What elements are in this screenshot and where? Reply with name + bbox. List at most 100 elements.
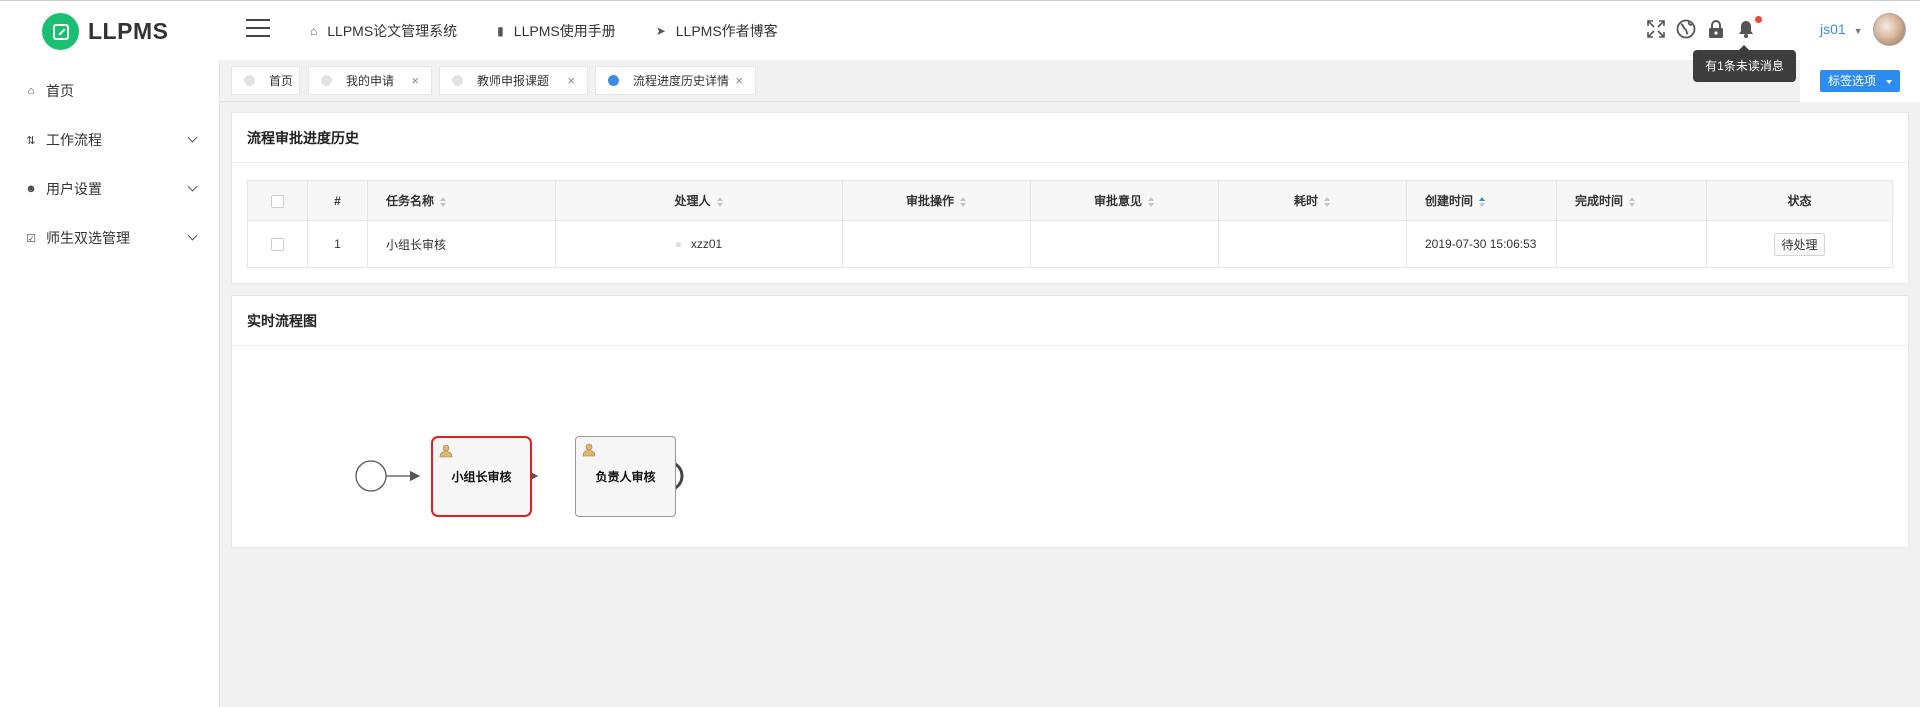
logo-icon: [42, 13, 79, 50]
flow-task-current[interactable]: 小组长审核: [431, 436, 532, 517]
topnav-item-system[interactable]: ⌂ LLPMS论文管理系统: [310, 21, 457, 41]
task-label: 小组长审核: [451, 470, 512, 484]
column-header[interactable]: 任务名称: [367, 180, 556, 221]
close-icon[interactable]: ×: [567, 73, 575, 88]
tab-my-applications[interactable]: 我的申请 ×: [308, 66, 432, 95]
column-header[interactable]: 处理人: [555, 180, 843, 221]
workflow-icon: ⇅: [26, 134, 36, 147]
top-nav: ⌂ LLPMS论文管理系统 ▮ LLPMS使用手册 ➤ LLPMS作者博客: [310, 1, 818, 61]
column-header: #: [307, 180, 368, 221]
sort-asc-icon[interactable]: [1479, 196, 1486, 207]
row-index: 1: [307, 220, 368, 268]
user-task-icon: [582, 443, 596, 457]
tab-process-history[interactable]: 流程进度历史详情 ×: [595, 66, 756, 95]
column-header[interactable]: 创建时间: [1406, 180, 1557, 221]
panel-title: 流程审批进度历史: [232, 113, 1908, 163]
tab-teacher-topics[interactable]: 教师申报课题 ×: [439, 66, 588, 95]
column-header[interactable]: 完成时间: [1556, 180, 1707, 221]
lock-icon[interactable]: [1705, 19, 1727, 41]
sidebar-item-workflow[interactable]: ⇅ 工作流程: [24, 130, 198, 150]
row-select-cell: [247, 220, 308, 268]
fullscreen-icon[interactable]: [1645, 19, 1667, 41]
table-row[interactable]: 1 小组长审核 xzz01 2019-07-30 15:06:53 待处理: [247, 220, 1893, 268]
handler-cell: xzz01: [555, 220, 843, 268]
file-icon: ▮: [497, 23, 504, 38]
close-icon[interactable]: ×: [735, 73, 743, 88]
status-badge[interactable]: 待处理: [1774, 232, 1825, 256]
topnav-label: LLPMS使用手册: [513, 22, 616, 39]
select-all-checkbox[interactable]: [271, 194, 284, 208]
sort-icon[interactable]: [1629, 196, 1636, 207]
chevron-down-icon: [187, 132, 198, 143]
tab-home[interactable]: 首页: [231, 66, 300, 95]
sidebar-item-label: 工作流程: [46, 132, 102, 148]
action-cell: [842, 220, 1031, 268]
close-icon[interactable]: ×: [411, 73, 419, 88]
column-header: 状态: [1706, 180, 1893, 221]
topnav-item-manual[interactable]: ▮ LLPMS使用手册: [497, 21, 616, 41]
sidebar-item-user-settings[interactable]: ☻ 用户设置: [24, 179, 198, 199]
top-header: LLPMS ⌂ LLPMS论文管理系统 ▮ LLPMS使用手册 ➤ LLPMS作…: [0, 0, 1920, 61]
sort-icon[interactable]: [716, 196, 724, 207]
flow-task[interactable]: 负责人审核: [575, 436, 676, 517]
task-label: 负责人审核: [595, 470, 656, 484]
tab-label: 我的申请: [346, 74, 395, 88]
sort-icon[interactable]: [1324, 196, 1331, 207]
bell-icon[interactable]: [1735, 19, 1757, 41]
sidebar-item-home[interactable]: ⌂ 首页: [24, 81, 196, 101]
home-icon: ⌂: [27, 85, 35, 97]
sort-icon[interactable]: [1148, 196, 1155, 207]
task-name-cell: 小组长审核: [367, 220, 556, 268]
sidebar-item-label: 用户设置: [46, 181, 102, 197]
select-all-header: [247, 180, 308, 221]
start-event[interactable]: [355, 460, 387, 492]
checkbox-icon: ☑: [26, 232, 36, 245]
column-header[interactable]: 审批操作: [842, 180, 1031, 221]
user-circle-icon: ☻: [25, 183, 37, 195]
sidebar-item-label: 首页: [46, 83, 74, 99]
home-icon: ⌂: [310, 23, 318, 38]
column-header[interactable]: 耗时: [1218, 180, 1407, 221]
menu-toggle-icon[interactable]: [246, 19, 270, 39]
username: js01: [1820, 21, 1846, 37]
tab-dot: [321, 75, 332, 86]
tab-options-button[interactable]: 标签选项: [1820, 70, 1900, 92]
sort-icon[interactable]: [440, 196, 447, 207]
sort-icon[interactable]: [960, 196, 967, 207]
logo-text: LLPMS: [88, 18, 169, 44]
tab-dot: [452, 75, 463, 86]
duration-cell: [1218, 220, 1407, 268]
avatar[interactable]: [1873, 13, 1906, 46]
paper-plane-icon: ➤: [655, 23, 666, 38]
created-cell: 2019-07-30 15:06:53: [1406, 220, 1557, 268]
user-task-icon: [439, 444, 453, 458]
tab-label: 流程进度历史详情: [633, 74, 730, 88]
comment-cell: [1030, 220, 1219, 268]
tab-label: 教师申报课题: [477, 74, 550, 88]
user-menu[interactable]: js01 ▼: [1820, 21, 1863, 37]
topnav-label: LLPMS论文管理系统: [327, 22, 458, 39]
sidebar-item-selection[interactable]: ☑ 师生双选管理: [24, 228, 198, 248]
sidebar-item-label: 师生双选管理: [46, 230, 130, 246]
tab-dot: [244, 75, 255, 86]
history-table: # 任务名称 处理人 审批操作 审批意见 耗时 创建时间 完成时间 状态 1 小…: [247, 180, 1893, 268]
globe-icon[interactable]: [1675, 19, 1697, 41]
app-logo[interactable]: LLPMS: [42, 13, 168, 50]
topnav-item-blog[interactable]: ➤ LLPMS作者博客: [656, 21, 778, 41]
chevron-down-icon: [187, 181, 198, 192]
handler-dot: [675, 242, 681, 248]
topnav-label: LLPMS作者博客: [675, 22, 778, 39]
history-panel: 流程审批进度历史 # 任务名称 处理人 审批操作 审批意见 耗时 创建时间 完成…: [231, 112, 1909, 284]
table-header-row: # 任务名称 处理人 审批操作 审批意见 耗时 创建时间 完成时间 状态: [247, 180, 1893, 221]
status-cell: 待处理: [1706, 220, 1893, 268]
tabs-bar: 首页 我的申请 × 教师申报课题 × 流程进度历史详情 ×: [220, 60, 1920, 102]
sidebar: ⌂ 首页 ⇅ 工作流程 ☻ 用户设置 ☑ 师生双选管理: [0, 60, 220, 707]
notification-dot: [1755, 16, 1762, 23]
flow-panel: 实时流程图 小组长审核 负责人审核: [231, 295, 1909, 548]
chevron-down-icon: [187, 230, 198, 241]
column-header[interactable]: 审批意见: [1030, 180, 1219, 221]
row-checkbox[interactable]: [271, 238, 284, 252]
caret-down-icon: ▼: [1853, 26, 1863, 36]
completed-cell: [1556, 220, 1707, 268]
tab-options: 标签选项: [1800, 60, 1920, 102]
